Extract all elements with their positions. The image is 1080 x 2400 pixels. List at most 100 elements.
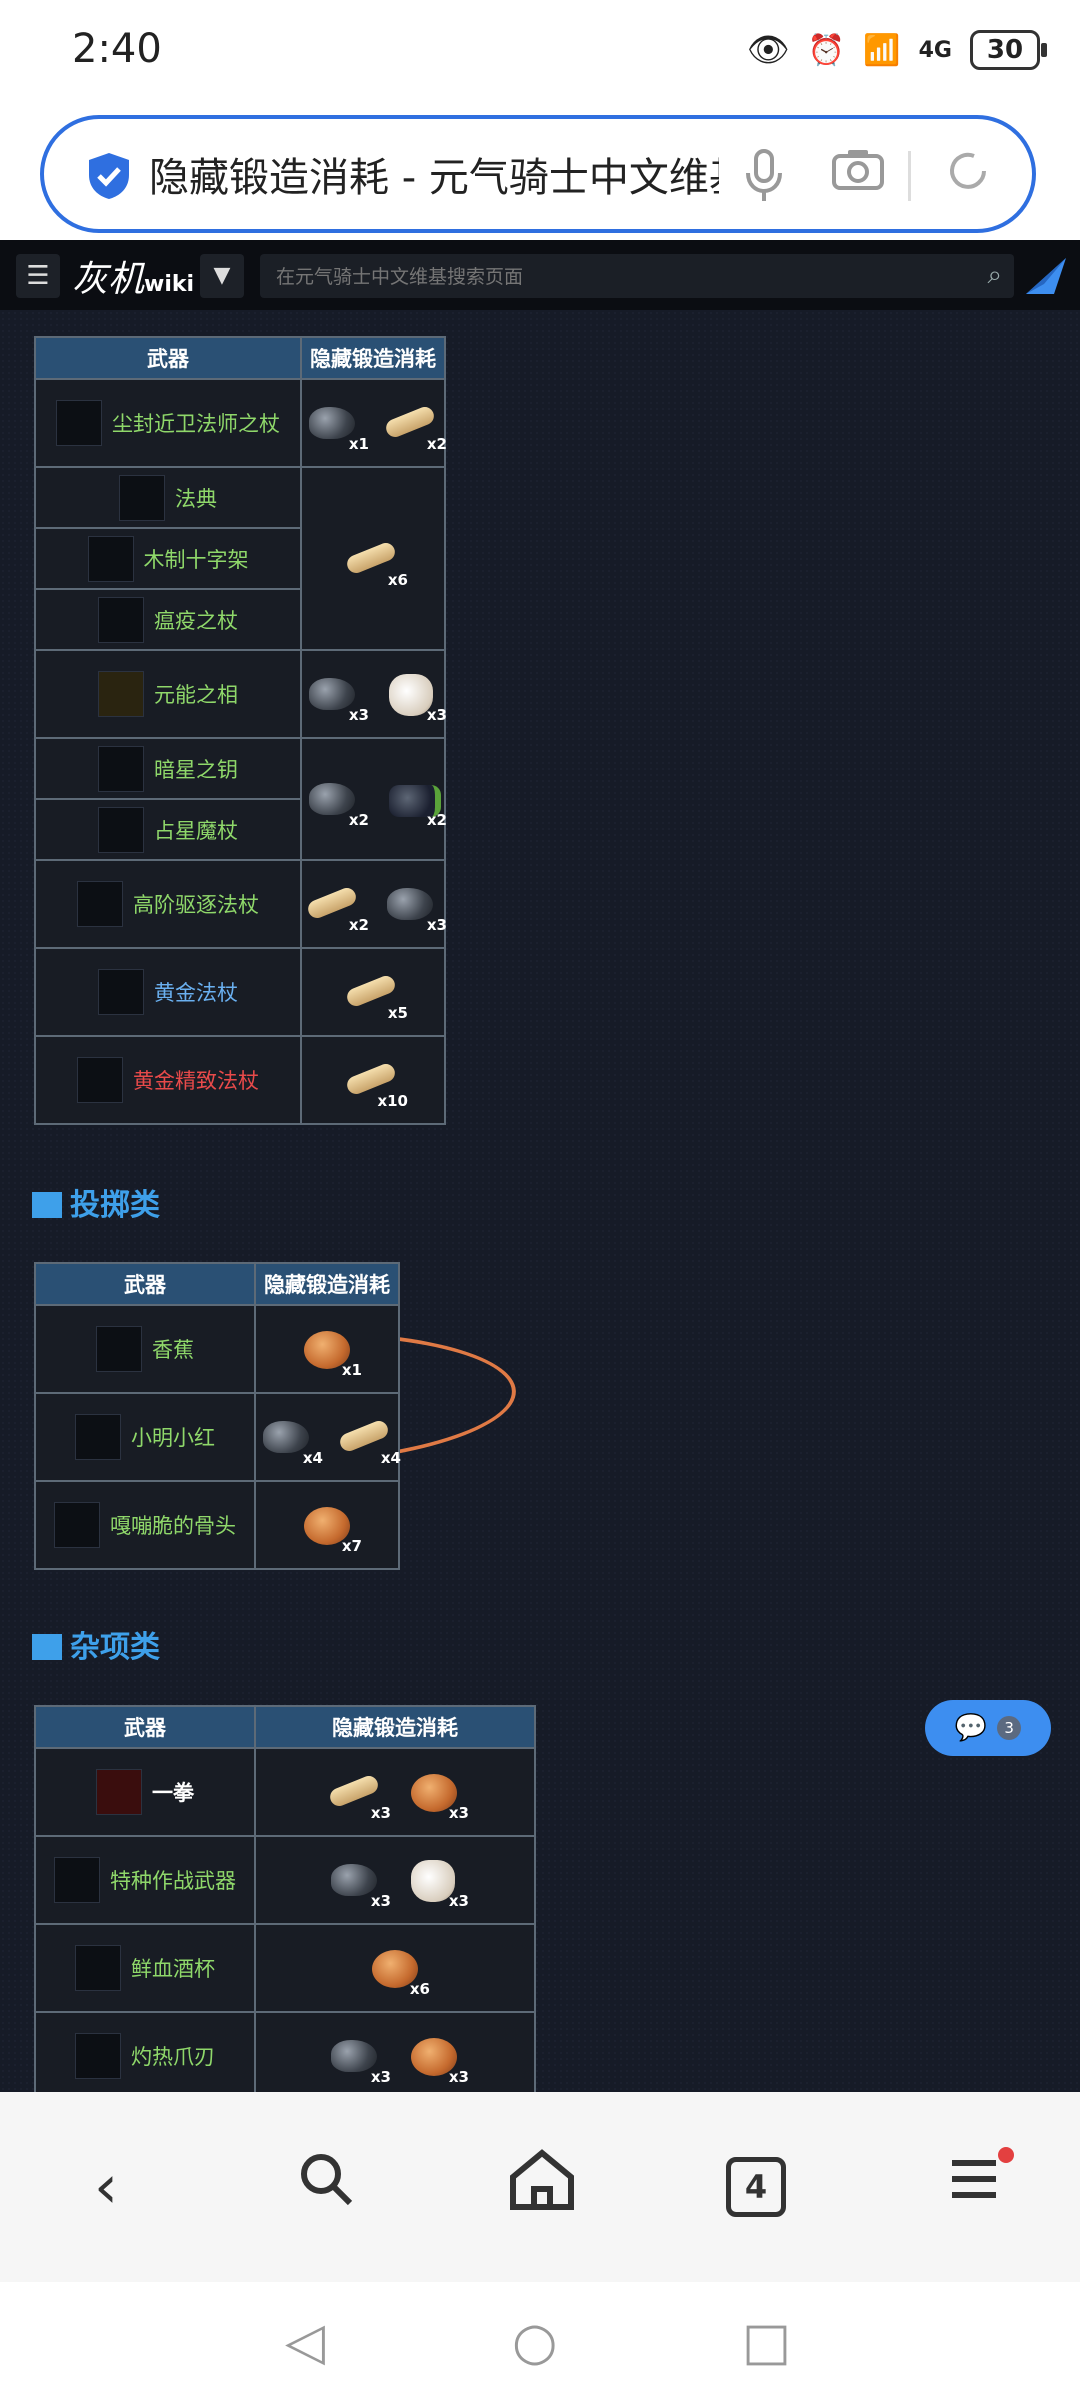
weapon-link[interactable]: 小明小红	[131, 1422, 215, 1452]
weapon-link[interactable]: 香蕉	[152, 1334, 194, 1364]
section-heading: 杂项类	[32, 1622, 160, 1666]
refresh-icon[interactable]	[938, 147, 998, 207]
nav-back-icon[interactable]: ◁	[285, 2312, 325, 2372]
weapon-link[interactable]: 高阶驱逐法杖	[133, 889, 259, 919]
address-bar[interactable]: 隐藏锻造消耗 - 元气骑士中文维基	[40, 115, 1036, 233]
table-row: 黄金精致法杖	[34, 1035, 302, 1125]
alarm-icon: ⏰	[807, 32, 846, 68]
camera-icon[interactable]	[828, 147, 888, 207]
banana-icon	[96, 1326, 142, 1372]
weapon-link[interactable]: 尘封近卫法师之杖	[112, 408, 280, 438]
ore-icon: x4	[259, 1411, 323, 1467]
wiki-search[interactable]: ⌕	[260, 254, 1014, 300]
wood-icon: x5	[344, 966, 408, 1022]
col-header-cost: 隐藏锻造消耗	[254, 1262, 400, 1306]
notification-dot	[998, 2147, 1014, 2163]
table-row: 小明小红	[34, 1392, 256, 1482]
table-row: 元能之相	[34, 649, 302, 739]
browser-toolbar: ‹ 4	[0, 2092, 1080, 2282]
divider	[908, 151, 911, 201]
battery-icon: 30	[970, 30, 1047, 70]
status-time: 2:40	[72, 26, 162, 72]
shield-icon	[89, 153, 129, 199]
status-icons: 👁 ⏰ 📶 4G 30	[747, 30, 1047, 70]
cup-icon	[75, 1945, 121, 1991]
signal-icon: 4G	[918, 37, 952, 63]
meat-icon: x7	[298, 1499, 362, 1555]
chevron-down-icon[interactable]: ▼	[200, 254, 244, 298]
weapon-link[interactable]: 特种作战武器	[110, 1865, 236, 1895]
weapon-link[interactable]: 法典	[175, 483, 217, 513]
ore-icon: x3	[383, 878, 447, 934]
weapon-link[interactable]: 一拳	[152, 1777, 194, 1807]
page-title[interactable]: 隐藏锻造消耗 - 元气骑士中文维基	[149, 145, 719, 203]
table-row: 嘎嘣脆的骨头	[34, 1480, 256, 1570]
nav-recents-icon[interactable]: □	[742, 2312, 791, 2372]
weapon-link[interactable]: 暗星之钥	[154, 754, 238, 784]
wood-icon: x3	[327, 1766, 391, 1822]
site-logo[interactable]: 灰机wiki	[72, 250, 194, 300]
wood-icon: x2	[305, 878, 369, 934]
mic-icon[interactable]	[734, 147, 794, 207]
home-icon[interactable]	[502, 2147, 582, 2227]
wiki-header: ☰ 灰机wiki ▼ ⌕	[0, 240, 1080, 310]
chat-icon: 💬	[954, 1713, 988, 1743]
battery-material-icon: x2	[383, 773, 447, 829]
table-row: 灼热爪刃	[34, 2011, 256, 2092]
table-row: 尘封近卫法师之杖	[34, 378, 302, 468]
tabs-button[interactable]: 4	[716, 2147, 796, 2227]
table-row: 法典	[34, 466, 302, 529]
weapon-link[interactable]: 鲜血酒杯	[131, 1953, 215, 1983]
staff-table: 武器 隐藏锻造消耗 尘封近卫法师之杖 x1 x2 法典 x6 木制十字架 瘟疫之杖…	[34, 336, 447, 1125]
nav-home-icon[interactable]: ○	[512, 2312, 557, 2372]
col-header-weapon: 武器	[34, 1262, 256, 1306]
weapon-link[interactable]: 占星魔杖	[154, 815, 238, 845]
menu-icon[interactable]	[934, 2147, 1014, 2227]
table-row: 香蕉	[34, 1304, 256, 1394]
comments-button[interactable]: 💬 3	[925, 1700, 1051, 1756]
col-header-weapon: 武器	[34, 1705, 256, 1749]
wand-icon	[98, 806, 144, 853]
wood-icon: x10	[344, 1054, 408, 1110]
staff-icon	[77, 881, 123, 927]
paper-plane-icon[interactable]	[1024, 254, 1068, 298]
table-row: 木制十字架	[34, 527, 302, 590]
staff-icon	[56, 400, 102, 446]
misc-table: 武器 隐藏锻造消耗 一拳 x3 x3 特种作战武器 x3 x3 鲜血酒杯 x6 灼热…	[34, 1705, 536, 2092]
weapon-link[interactable]: 木制十字架	[144, 544, 249, 574]
claw-icon	[75, 2033, 121, 2079]
meat-icon: x3	[405, 2030, 469, 2086]
wifi-icon: 📶	[863, 32, 901, 68]
staff-icon	[98, 969, 144, 1015]
weapon-link[interactable]: 黄金法杖	[154, 977, 238, 1007]
weapon-icon	[54, 1857, 100, 1903]
search-input[interactable]	[274, 254, 958, 300]
fist-icon	[96, 1769, 142, 1815]
search-icon[interactable]	[286, 2147, 366, 2227]
comment-count: 3	[997, 1716, 1022, 1740]
table-row: 暗星之钥	[34, 737, 302, 800]
key-icon	[98, 745, 144, 792]
page-content: 武器 隐藏锻造消耗 尘封近卫法师之杖 x1 x2 法典 x6 木制十字架 瘟疫之杖…	[0, 310, 1080, 2092]
table-row: 鲜血酒杯	[34, 1923, 256, 2013]
table-row: 瘟疫之杖	[34, 588, 302, 651]
throw-icon	[32, 1192, 62, 1218]
meat-icon: x3	[405, 1766, 469, 1822]
back-icon[interactable]: ‹	[66, 2147, 146, 2227]
section-heading: 投掷类	[32, 1180, 160, 1224]
throwing-table: 武器 隐藏锻造消耗 香蕉 x1 小明小红 x4 x4 嘎嘣脆的骨头 x7	[34, 1262, 401, 1570]
cloth-icon: x3	[383, 668, 447, 724]
weapon-link[interactable]: 灼热爪刃	[131, 2041, 215, 2071]
meat-icon: x6	[366, 1942, 430, 1998]
fish-icon	[32, 1634, 62, 1660]
weapon-link[interactable]: 元能之相	[154, 679, 238, 709]
menu-icon[interactable]: ☰	[16, 254, 60, 298]
weapon-link[interactable]: 黄金精致法杖	[133, 1065, 259, 1095]
weapon-link[interactable]: 嘎嘣脆的骨头	[110, 1510, 236, 1540]
table-row: 占星魔杖	[34, 798, 302, 861]
weapon-icon	[75, 1414, 121, 1460]
search-icon[interactable]: ⌕	[987, 260, 1002, 291]
ore-icon: x3	[327, 1854, 391, 1910]
table-row: 高阶驱逐法杖	[34, 859, 302, 949]
weapon-link[interactable]: 瘟疫之杖	[154, 605, 238, 635]
